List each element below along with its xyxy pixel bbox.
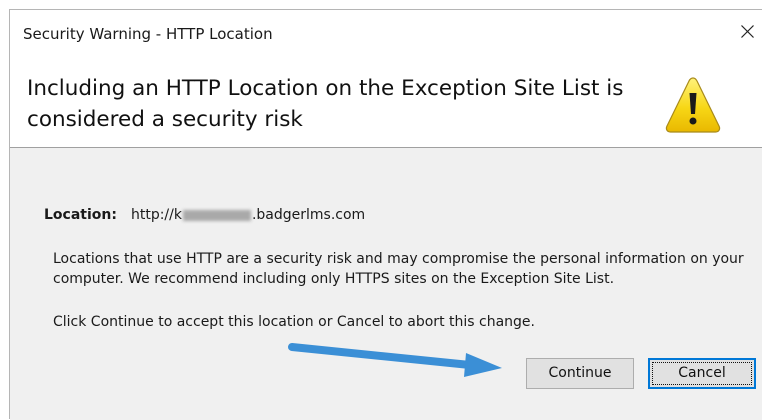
location-label: Location:	[44, 207, 117, 223]
warning-heading: Including an HTTP Location on the Except…	[27, 76, 624, 132]
cancel-button[interactable]: Cancel	[648, 358, 756, 389]
warning-icon	[665, 77, 721, 133]
close-button[interactable]	[728, 16, 762, 46]
annotation-arrow	[288, 343, 502, 377]
cancel-button-label: Cancel	[678, 365, 726, 381]
continue-button[interactable]: Continue	[526, 358, 634, 389]
instruction-text: Click Continue to accept this location o…	[53, 314, 535, 330]
dialog-body: Location: http://k .badgerlms.com Location…	[10, 148, 762, 420]
redacted-hostname	[182, 209, 251, 221]
window-title: Security Warning - HTTP Location	[23, 25, 273, 43]
close-icon	[741, 25, 754, 38]
location-url-prefix: http://k	[130, 207, 182, 223]
location-row: Location: http://k .badgerlms.com	[44, 206, 365, 224]
dialog-header: Including an HTTP Location on the Except…	[10, 50, 762, 148]
location-url-suffix: .badgerlms.com	[251, 207, 366, 223]
location-value: http://k .badgerlms.com	[131, 207, 365, 223]
title-bar: Security Warning - HTTP Location	[10, 10, 762, 50]
risk-description: Locations that use HTTP are a security r…	[53, 251, 744, 287]
